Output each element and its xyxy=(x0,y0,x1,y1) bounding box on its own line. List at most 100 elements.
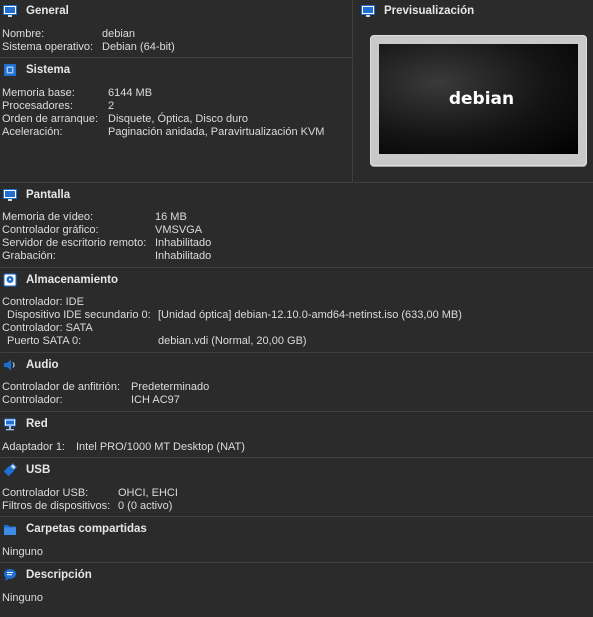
general-header[interactable]: General xyxy=(0,0,352,22)
row-value: [Unidad óptica] debian-12.10.0-amd64-net… xyxy=(158,309,462,321)
red-row-adapter: Adaptador 1: Intel PRO/1000 MT Desktop (… xyxy=(0,441,593,454)
pantalla-row-vram: Memoria de vídeo: 16 MB xyxy=(0,211,593,224)
usb-title: USB xyxy=(26,464,51,476)
row-value: Inhabilitado xyxy=(155,250,212,262)
display-icon xyxy=(2,187,18,203)
row-value: Intel PRO/1000 MT Desktop (NAT) xyxy=(76,441,245,453)
carpetas-section[interactable]: Carpetas compartidas Ninguno xyxy=(0,518,593,563)
row-label: Ninguno xyxy=(2,546,43,558)
vm-preview-screen: debian xyxy=(379,44,578,154)
row-label: Servidor de escritorio remoto: xyxy=(2,237,147,249)
row-label: Controlador: SATA xyxy=(2,322,93,334)
row-label: Adaptador 1: xyxy=(2,441,65,453)
vm-preview-frame[interactable]: debian xyxy=(370,35,587,166)
row-value: ICH AC97 xyxy=(131,394,180,406)
row-value: Predeterminado xyxy=(131,381,210,393)
general-row-name: Nombre: debian xyxy=(0,28,353,41)
vm-preview-label: debian xyxy=(448,89,515,109)
speaker-icon xyxy=(2,357,18,373)
almacenamiento-row-ide-device: Dispositivo IDE secundario 0: [Unidad óp… xyxy=(0,309,593,322)
monitor-icon xyxy=(2,3,18,19)
red-section[interactable]: Red Adaptador 1: Intel PRO/1000 MT Deskt… xyxy=(0,413,593,458)
row-value: Disquete, Óptica, Disco duro xyxy=(108,113,249,125)
row-value: 16 MB xyxy=(155,211,187,223)
row-label: Procesadores: xyxy=(2,100,73,112)
preview-header[interactable]: Previsualización xyxy=(354,0,593,22)
sistema-row-memory: Memoria base: 6144 MB xyxy=(0,87,353,100)
speech-bubble-icon xyxy=(2,567,18,583)
row-label: Memoria de vídeo: xyxy=(2,211,94,223)
sistema-header[interactable]: Sistema xyxy=(0,59,352,81)
audio-section[interactable]: Audio Controlador de anfitrión: Predeter… xyxy=(0,354,593,412)
pantalla-section[interactable]: Pantalla Memoria de vídeo: 16 MB Control… xyxy=(0,184,593,268)
usb-row-filters: Filtros de dispositivos: 0 (0 activo) xyxy=(0,500,593,513)
pantalla-row-rdp: Servidor de escritorio remoto: Inhabilit… xyxy=(0,237,593,250)
row-label: Ninguno xyxy=(2,592,43,604)
row-value: debian.vdi (Normal, 20,00 GB) xyxy=(158,335,307,347)
row-label: Controlador gráfico: xyxy=(2,224,99,236)
sistema-row-cpus: Procesadores: 2 xyxy=(0,100,353,113)
row-label: Nombre: xyxy=(2,28,45,40)
row-value: 6144 MB xyxy=(108,87,153,99)
almacenamiento-header[interactable]: Almacenamiento xyxy=(0,269,593,291)
carpetas-title: Carpetas compartidas xyxy=(26,523,147,535)
row-label: Controlador: xyxy=(2,394,63,406)
audio-header[interactable]: Audio xyxy=(0,354,593,376)
descripcion-section[interactable]: Descripción Ninguno xyxy=(0,564,593,617)
red-header[interactable]: Red xyxy=(0,413,593,435)
pantalla-row-recording: Grabación: Inhabilitado xyxy=(0,250,593,263)
almacenamiento-section[interactable]: Almacenamiento Controlador: IDE Disposit… xyxy=(0,269,593,353)
row-label: Grabación: xyxy=(2,250,56,262)
row-label: Sistema operativo: xyxy=(2,41,94,53)
almacenamiento-row-sata: Controlador: SATA xyxy=(0,322,593,335)
sistema-row-boot: Orden de arranque: Disquete, Óptica, Dis… xyxy=(0,113,353,126)
row-label: Controlador: IDE xyxy=(2,296,84,308)
usb-section[interactable]: USB Controlador USB: OHCI, EHCI Filtros … xyxy=(0,459,593,517)
pantalla-title: Pantalla xyxy=(26,189,71,201)
row-label: Puerto SATA 0: xyxy=(7,335,82,347)
row-value: OHCI, EHCI xyxy=(118,487,178,499)
row-label: Filtros de dispositivos: xyxy=(2,500,111,512)
row-value: debian xyxy=(102,28,136,40)
row-value: Inhabilitado xyxy=(155,237,212,249)
usb-header[interactable]: USB xyxy=(0,459,593,481)
usb-icon xyxy=(2,462,18,478)
red-title: Red xyxy=(26,418,48,430)
row-value: 0 (0 activo) xyxy=(118,500,173,512)
row-label: Orden de arranque: xyxy=(2,113,99,125)
row-value: VMSVGA xyxy=(155,224,203,236)
almacenamiento-row-sata-port: Puerto SATA 0: debian.vdi (Normal, 20,00… xyxy=(0,335,593,348)
row-label: Dispositivo IDE secundario 0: xyxy=(7,309,151,321)
pantalla-row-graphics: Controlador gráfico: VMSVGA xyxy=(0,224,593,237)
network-icon xyxy=(2,416,18,432)
audio-title: Audio xyxy=(26,359,59,371)
general-title: General xyxy=(26,5,69,17)
carpetas-row-none: Ninguno xyxy=(0,546,593,559)
row-label: Controlador USB: xyxy=(2,487,89,499)
row-label: Memoria base: xyxy=(2,87,75,99)
sistema-title: Sistema xyxy=(26,64,71,76)
folder-icon xyxy=(2,521,18,537)
general-section[interactable]: General Nombre: debian Sistema operativo… xyxy=(0,0,353,58)
chip-icon xyxy=(2,62,18,78)
sistema-section[interactable]: Sistema Memoria base: 6144 MB Procesador… xyxy=(0,59,353,183)
row-label: Aceleración: xyxy=(2,126,63,138)
carpetas-header[interactable]: Carpetas compartidas xyxy=(0,518,593,540)
descripcion-header[interactable]: Descripción xyxy=(0,564,593,586)
almacenamiento-row-ide: Controlador: IDE xyxy=(0,296,593,309)
row-label: Controlador de anfitrión: xyxy=(2,381,121,393)
row-value: 2 xyxy=(108,100,115,112)
almacenamiento-title: Almacenamiento xyxy=(26,274,119,286)
general-row-os: Sistema operativo: Debian (64-bit) xyxy=(0,41,353,54)
descripcion-row-none: Ninguno xyxy=(0,592,593,605)
sistema-row-accel: Aceleración: Paginación anidada, Paravir… xyxy=(0,126,353,139)
row-value: Debian (64-bit) xyxy=(102,41,175,53)
audio-row-host: Controlador de anfitrión: Predeterminado xyxy=(0,381,593,394)
usb-row-controller: Controlador USB: OHCI, EHCI xyxy=(0,487,593,500)
audio-row-controller: Controlador: ICH AC97 xyxy=(0,394,593,407)
preview-title: Previsualización xyxy=(384,5,475,17)
pantalla-header[interactable]: Pantalla xyxy=(0,184,593,206)
descripcion-title: Descripción xyxy=(26,569,92,581)
monitor-icon xyxy=(360,3,376,19)
row-value: Paginación anidada, Paravirtualización K… xyxy=(108,126,325,138)
